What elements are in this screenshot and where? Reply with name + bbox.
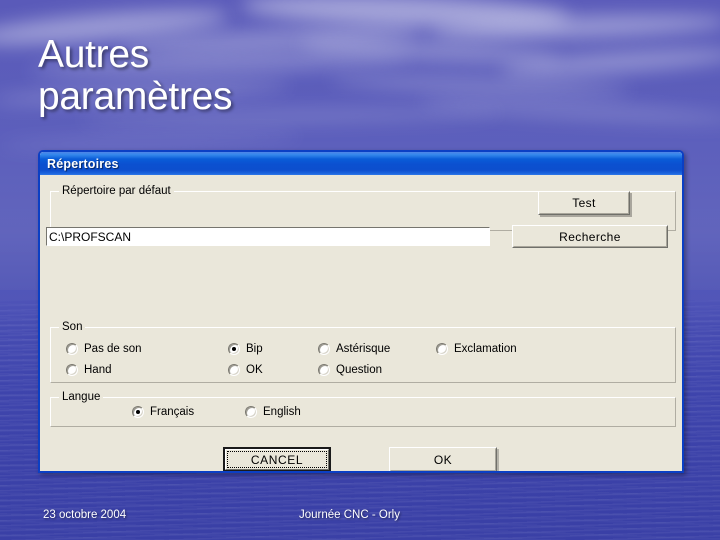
radio-circle-icon [436, 343, 448, 355]
test-sound-button-label: Test [539, 192, 629, 214]
radio-circle-icon [245, 406, 257, 418]
presentation-slide: Autres paramètres Répertoires Répertoire… [0, 0, 720, 540]
default-directory-input[interactable] [46, 227, 490, 246]
language-groupbox-label: Langue [59, 391, 104, 403]
browse-button[interactable]: Recherche [512, 225, 668, 248]
test-sound-button[interactable]: Test [538, 191, 630, 215]
cloud-decoration [0, 130, 301, 152]
footer-event: Journée CNC - Orly [299, 509, 400, 521]
sound-radio-ok[interactable]: OK [228, 364, 263, 376]
radio-circle-icon [228, 364, 240, 376]
sound-radio-asterisque[interactable]: Astérisque [318, 343, 390, 355]
cancel-button[interactable]: CANCEL [223, 447, 331, 471]
cloud-decoration [429, 10, 720, 44]
sound-radio-label: Pas de son [84, 343, 142, 355]
browse-button-label: Recherche [513, 226, 667, 247]
dialog-titlebar[interactable]: Répertoires [40, 152, 682, 175]
sound-radio-exclamation[interactable]: Exclamation [436, 343, 517, 355]
sound-radio-pasdeson[interactable]: Pas de son [66, 343, 142, 355]
repertoires-dialog: Répertoires Répertoire par défaut Recher… [38, 150, 684, 473]
cloud-decoration [499, 43, 720, 81]
sound-radio-label: Hand [84, 364, 112, 376]
language-radio-english[interactable]: English [245, 406, 301, 418]
sound-radio-label: Exclamation [454, 343, 517, 355]
sound-groupbox-label: Son [59, 321, 86, 333]
language-radio-francais[interactable]: Français [132, 406, 194, 418]
slide-title: Autres paramètres [38, 33, 233, 119]
sound-radio-label: Question [336, 364, 383, 376]
sound-radio-bip[interactable]: Bip [228, 343, 263, 355]
footer-date: 23 octobre 2004 [43, 509, 127, 521]
sound-radio-label: OK [246, 364, 263, 376]
cancel-button-label: CANCEL [250, 452, 304, 467]
radio-circle-icon [66, 364, 78, 376]
radio-circle-icon [318, 343, 330, 355]
radio-circle-icon [318, 364, 330, 376]
cloud-decoration [419, 95, 720, 127]
ok-button[interactable]: OK [389, 447, 497, 471]
radio-circle-icon [66, 343, 78, 355]
sound-radio-label: Astérisque [336, 343, 391, 355]
dialog-client-area: Répertoire par défaut Recherche Son Pas … [40, 175, 682, 471]
dialog-title-text: Répertoires [47, 156, 119, 171]
language-radio-label: English [263, 406, 301, 418]
cancel-button-bevel [225, 449, 329, 470]
sound-radio-hand[interactable]: Hand [66, 364, 112, 376]
ok-button-label: OK [390, 448, 496, 471]
radio-circle-icon [228, 343, 240, 355]
radio-circle-icon [132, 406, 144, 418]
sound-radio-label: Bip [246, 343, 263, 355]
language-radio-label: Français [150, 406, 195, 418]
directory-groupbox-label: Répertoire par défaut [59, 185, 174, 197]
focus-ring [227, 451, 327, 468]
sound-radio-question[interactable]: Question [318, 364, 382, 376]
cloud-decoration [239, 0, 571, 32]
